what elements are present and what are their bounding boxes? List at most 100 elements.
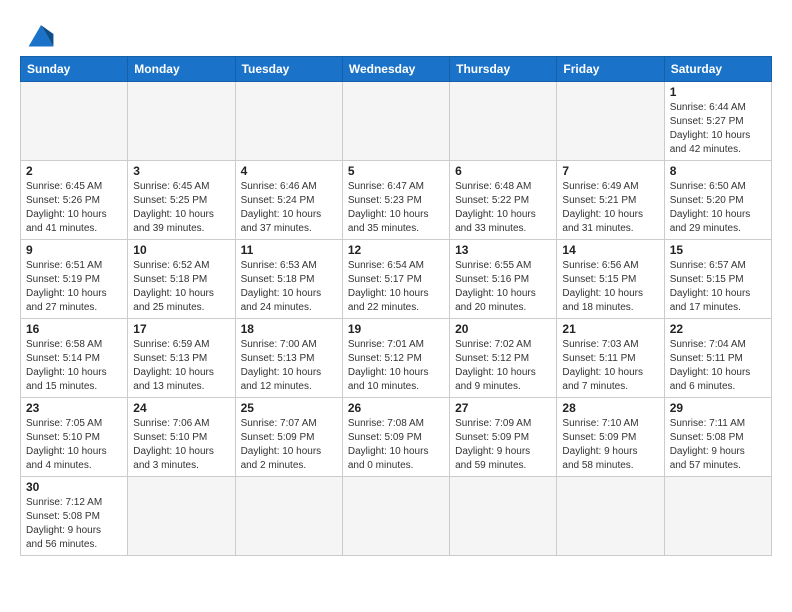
day-number: 6 <box>455 164 551 178</box>
calendar-cell <box>342 477 449 556</box>
day-info: Sunrise: 6:53 AM Sunset: 5:18 PM Dayligh… <box>241 259 337 315</box>
day-number: 13 <box>455 243 551 257</box>
calendar-cell: 30 Sunrise: 7:12 AM Sunset: 5:08 PM Dayli… <box>21 477 128 556</box>
day-number: 29 <box>670 401 766 415</box>
day-info: Sunrise: 7:07 AM Sunset: 5:09 PM Dayligh… <box>241 417 337 473</box>
day-info: Sunrise: 6:54 AM Sunset: 5:17 PM Dayligh… <box>348 259 444 315</box>
weekday-header-wednesday: Wednesday <box>342 57 449 82</box>
calendar-cell <box>235 82 342 161</box>
calendar-cell: 5 Sunrise: 6:47 AM Sunset: 5:23 PM Daylig… <box>342 161 449 240</box>
day-info: Sunrise: 7:00 AM Sunset: 5:13 PM Dayligh… <box>241 338 337 394</box>
week-row-4: 23Sunrise: 7:05 AM Sunset: 5:10 PM Dayli… <box>21 398 772 477</box>
day-info: Sunrise: 6:56 AM Sunset: 5:15 PM Dayligh… <box>562 259 658 315</box>
calendar-cell: 1 Sunrise: 6:44 AM Sunset: 5:27 PM Daylig… <box>664 82 771 161</box>
calendar-cell: 6 Sunrise: 6:48 AM Sunset: 5:22 PM Daylig… <box>450 161 557 240</box>
calendar-cell: 29 Sunrise: 7:11 AM Sunset: 5:08 PM Dayli… <box>664 398 771 477</box>
day-number: 15 <box>670 243 766 257</box>
calendar-cell <box>557 477 664 556</box>
day-number: 24 <box>133 401 229 415</box>
day-number: 20 <box>455 322 551 336</box>
day-number: 5 <box>348 164 444 178</box>
day-number: 21 <box>562 322 658 336</box>
calendar-cell: 13 Sunrise: 6:55 AM Sunset: 5:16 PM Dayli… <box>450 240 557 319</box>
day-info: Sunrise: 6:55 AM Sunset: 5:16 PM Dayligh… <box>455 259 551 315</box>
day-number: 8 <box>670 164 766 178</box>
day-info: Sunrise: 7:09 AM Sunset: 5:09 PM Dayligh… <box>455 417 551 473</box>
calendar-cell: 19Sunrise: 7:01 AM Sunset: 5:12 PM Dayli… <box>342 319 449 398</box>
day-number: 18 <box>241 322 337 336</box>
calendar-cell: 23Sunrise: 7:05 AM Sunset: 5:10 PM Dayli… <box>21 398 128 477</box>
page: SundayMondayTuesdayWednesdayThursdayFrid… <box>0 0 792 566</box>
day-info: Sunrise: 7:04 AM Sunset: 5:11 PM Dayligh… <box>670 338 766 394</box>
day-number: 10 <box>133 243 229 257</box>
calendar-cell: 20Sunrise: 7:02 AM Sunset: 5:12 PM Dayli… <box>450 319 557 398</box>
calendar-cell <box>128 82 235 161</box>
calendar-cell: 9 Sunrise: 6:51 AM Sunset: 5:19 PM Daylig… <box>21 240 128 319</box>
logo <box>20 18 57 50</box>
day-info: Sunrise: 6:51 AM Sunset: 5:19 PM Dayligh… <box>26 259 122 315</box>
calendar-cell: 21Sunrise: 7:03 AM Sunset: 5:11 PM Dayli… <box>557 319 664 398</box>
day-info: Sunrise: 6:45 AM Sunset: 5:25 PM Dayligh… <box>133 180 229 236</box>
week-row-0: 1 Sunrise: 6:44 AM Sunset: 5:27 PM Daylig… <box>21 82 772 161</box>
day-number: 26 <box>348 401 444 415</box>
calendar-cell <box>450 82 557 161</box>
day-info: Sunrise: 6:58 AM Sunset: 5:14 PM Dayligh… <box>26 338 122 394</box>
day-number: 12 <box>348 243 444 257</box>
day-number: 11 <box>241 243 337 257</box>
calendar-cell: 8 Sunrise: 6:50 AM Sunset: 5:20 PM Daylig… <box>664 161 771 240</box>
calendar-cell: 12 Sunrise: 6:54 AM Sunset: 5:17 PM Dayli… <box>342 240 449 319</box>
calendar-cell: 4Sunrise: 6:46 AM Sunset: 5:24 PM Daylig… <box>235 161 342 240</box>
day-number: 27 <box>455 401 551 415</box>
day-info: Sunrise: 6:48 AM Sunset: 5:22 PM Dayligh… <box>455 180 551 236</box>
calendar-cell: 11 Sunrise: 6:53 AM Sunset: 5:18 PM Dayli… <box>235 240 342 319</box>
calendar-cell <box>557 82 664 161</box>
calendar-cell <box>342 82 449 161</box>
weekday-header-row: SundayMondayTuesdayWednesdayThursdayFrid… <box>21 57 772 82</box>
day-info: Sunrise: 6:57 AM Sunset: 5:15 PM Dayligh… <box>670 259 766 315</box>
day-info: Sunrise: 7:11 AM Sunset: 5:08 PM Dayligh… <box>670 417 766 473</box>
calendar-cell: 3 Sunrise: 6:45 AM Sunset: 5:25 PM Daylig… <box>128 161 235 240</box>
calendar-cell <box>128 477 235 556</box>
calendar-cell: 27 Sunrise: 7:09 AM Sunset: 5:09 PM Dayli… <box>450 398 557 477</box>
calendar-cell <box>235 477 342 556</box>
day-info: Sunrise: 7:12 AM Sunset: 5:08 PM Dayligh… <box>26 496 122 552</box>
day-info: Sunrise: 7:05 AM Sunset: 5:10 PM Dayligh… <box>26 417 122 473</box>
calendar-cell: 17 Sunrise: 6:59 AM Sunset: 5:13 PM Dayli… <box>128 319 235 398</box>
weekday-header-monday: Monday <box>128 57 235 82</box>
day-number: 9 <box>26 243 122 257</box>
header <box>20 18 772 50</box>
weekday-header-saturday: Saturday <box>664 57 771 82</box>
day-info: Sunrise: 6:44 AM Sunset: 5:27 PM Dayligh… <box>670 101 766 157</box>
calendar-cell: 16 Sunrise: 6:58 AM Sunset: 5:14 PM Dayli… <box>21 319 128 398</box>
day-number: 17 <box>133 322 229 336</box>
day-number: 1 <box>670 85 766 99</box>
week-row-5: 30 Sunrise: 7:12 AM Sunset: 5:08 PM Dayli… <box>21 477 772 556</box>
day-info: Sunrise: 6:50 AM Sunset: 5:20 PM Dayligh… <box>670 180 766 236</box>
calendar-cell: 10 Sunrise: 6:52 AM Sunset: 5:18 PM Dayli… <box>128 240 235 319</box>
calendar-cell: 14Sunrise: 6:56 AM Sunset: 5:15 PM Dayli… <box>557 240 664 319</box>
week-row-1: 2Sunrise: 6:45 AM Sunset: 5:26 PM Daylig… <box>21 161 772 240</box>
calendar-cell: 22Sunrise: 7:04 AM Sunset: 5:11 PM Dayli… <box>664 319 771 398</box>
weekday-header-thursday: Thursday <box>450 57 557 82</box>
day-number: 4 <box>241 164 337 178</box>
day-number: 16 <box>26 322 122 336</box>
week-row-2: 9 Sunrise: 6:51 AM Sunset: 5:19 PM Daylig… <box>21 240 772 319</box>
calendar-cell: 24Sunrise: 7:06 AM Sunset: 5:10 PM Dayli… <box>128 398 235 477</box>
calendar-cell: 28Sunrise: 7:10 AM Sunset: 5:09 PM Dayli… <box>557 398 664 477</box>
weekday-header-sunday: Sunday <box>21 57 128 82</box>
day-number: 7 <box>562 164 658 178</box>
day-info: Sunrise: 6:47 AM Sunset: 5:23 PM Dayligh… <box>348 180 444 236</box>
calendar-cell: 25 Sunrise: 7:07 AM Sunset: 5:09 PM Dayli… <box>235 398 342 477</box>
day-info: Sunrise: 6:45 AM Sunset: 5:26 PM Dayligh… <box>26 180 122 236</box>
day-info: Sunrise: 6:52 AM Sunset: 5:18 PM Dayligh… <box>133 259 229 315</box>
calendar-cell: 2Sunrise: 6:45 AM Sunset: 5:26 PM Daylig… <box>21 161 128 240</box>
day-number: 3 <box>133 164 229 178</box>
calendar-cell <box>21 82 128 161</box>
day-info: Sunrise: 6:59 AM Sunset: 5:13 PM Dayligh… <box>133 338 229 394</box>
day-number: 30 <box>26 480 122 494</box>
calendar-cell: 26Sunrise: 7:08 AM Sunset: 5:09 PM Dayli… <box>342 398 449 477</box>
calendar-table: SundayMondayTuesdayWednesdayThursdayFrid… <box>20 56 772 556</box>
day-number: 25 <box>241 401 337 415</box>
calendar-cell <box>664 477 771 556</box>
generalblue-logo-icon <box>25 18 57 50</box>
